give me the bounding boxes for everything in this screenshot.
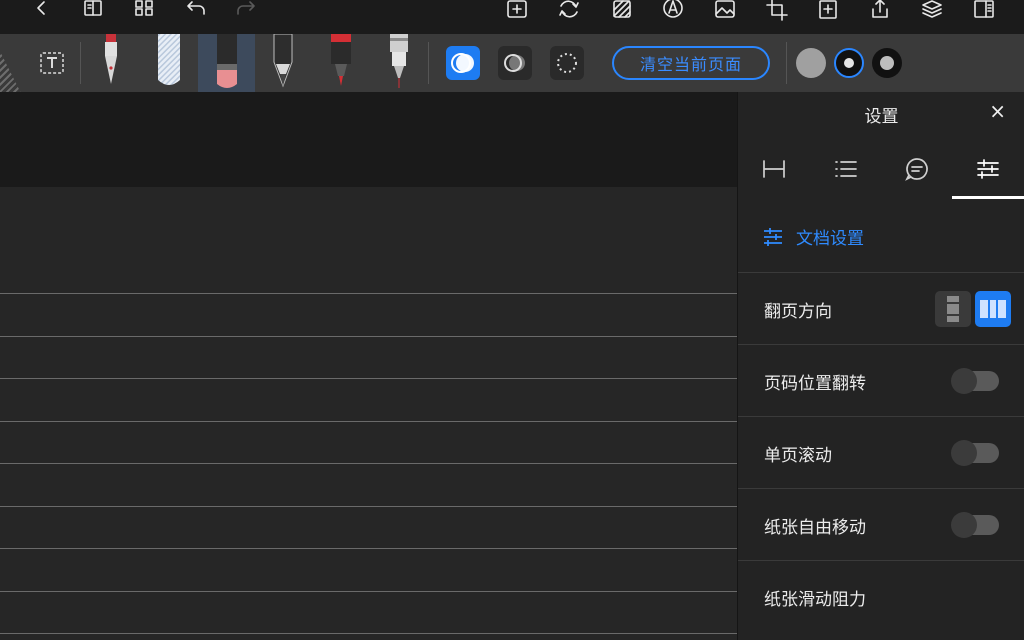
undo-icon[interactable] bbox=[182, 0, 210, 22]
panel-title: 设置 bbox=[864, 107, 899, 127]
technical-pen-icon[interactable] bbox=[384, 34, 414, 92]
text-tool-icon[interactable] bbox=[38, 34, 66, 92]
section-title: 文档设置 bbox=[796, 229, 864, 249]
add-page-icon[interactable] bbox=[503, 0, 531, 22]
toolbar-divider bbox=[80, 42, 81, 84]
fill-mode-dotted-button[interactable] bbox=[550, 46, 584, 80]
page-number-flip-toggle[interactable] bbox=[951, 368, 999, 394]
ruler-icon[interactable] bbox=[738, 140, 810, 198]
drawing-toolbar: 清空当前页面 bbox=[0, 34, 1024, 92]
row-label: 页码位置翻转 bbox=[764, 373, 866, 394]
sidebar-icon[interactable] bbox=[970, 0, 998, 22]
row-label: 纸张自由移动 bbox=[764, 517, 866, 538]
fill-mode-partial-button[interactable] bbox=[498, 46, 532, 80]
document-settings-header: 文档设置 bbox=[762, 224, 864, 249]
highlighter-icon[interactable] bbox=[153, 34, 185, 92]
comment-icon[interactable] bbox=[881, 140, 953, 198]
page-line bbox=[0, 336, 737, 337]
clear-page-button[interactable]: 清空当前页面 bbox=[612, 46, 770, 80]
toggle-knob bbox=[951, 368, 977, 394]
page-line bbox=[0, 548, 737, 549]
vertical-paging-option[interactable] bbox=[935, 291, 971, 327]
stroke-size-large-dot[interactable] bbox=[796, 48, 826, 78]
top-navigation-bar bbox=[0, 0, 1024, 34]
sliders-icon bbox=[764, 227, 782, 246]
page-line bbox=[0, 591, 737, 592]
page-line bbox=[0, 378, 737, 379]
note-page-canvas[interactable] bbox=[0, 92, 737, 640]
fountain-pen-icon[interactable] bbox=[96, 34, 126, 92]
page-header-band bbox=[0, 92, 737, 187]
toggle-knob bbox=[951, 512, 977, 538]
close-icon[interactable]: × bbox=[989, 100, 1006, 122]
settings-row-paper-slide-resistance: 纸张滑动阻力 bbox=[738, 560, 1024, 632]
image-icon[interactable] bbox=[711, 0, 739, 22]
layers-icon[interactable] bbox=[918, 0, 946, 22]
page-line bbox=[0, 463, 737, 464]
sliders-icon[interactable] bbox=[952, 140, 1024, 198]
free-paper-move-toggle[interactable] bbox=[951, 512, 999, 538]
lasso-hatch-decoration bbox=[0, 51, 21, 92]
stroke-size-medium-dot[interactable] bbox=[834, 48, 864, 78]
page-line bbox=[0, 633, 737, 634]
page-line bbox=[0, 421, 737, 422]
list-icon[interactable] bbox=[810, 140, 882, 198]
single-page-scroll-toggle[interactable] bbox=[951, 440, 999, 466]
book-icon[interactable] bbox=[79, 0, 107, 22]
refresh-icon[interactable] bbox=[555, 0, 583, 22]
settings-row-free-paper-move: 纸张自由移动 bbox=[738, 488, 1024, 560]
pen-circle-icon[interactable] bbox=[659, 0, 687, 22]
settings-row-single-page-scroll: 单页滚动 bbox=[738, 416, 1024, 488]
settings-row-page-number-flip: 页码位置翻转 bbox=[738, 344, 1024, 416]
eraser-icon[interactable] bbox=[198, 34, 255, 92]
settings-panel: 设置 × 文档设置 翻页方向 页码位置翻转 单页滚动 纸张自由移动 纸张滑动阻力 bbox=[737, 92, 1024, 640]
grid-icon[interactable] bbox=[130, 0, 158, 22]
crop-icon[interactable] bbox=[763, 0, 791, 22]
row-label: 翻页方向 bbox=[764, 301, 832, 322]
horizontal-paging-option[interactable] bbox=[975, 291, 1011, 327]
new-doc-icon[interactable] bbox=[814, 0, 842, 22]
page-line bbox=[0, 506, 737, 507]
redo-icon[interactable] bbox=[232, 0, 260, 22]
toggle-knob bbox=[951, 440, 977, 466]
active-tab-indicator bbox=[952, 196, 1024, 199]
stroke-size-small-dot[interactable] bbox=[872, 48, 902, 78]
fill-mode-full-button[interactable] bbox=[446, 46, 480, 80]
toolbar-divider bbox=[428, 42, 429, 84]
settings-row-page-direction: 翻页方向 bbox=[738, 272, 1024, 344]
row-label: 单页滚动 bbox=[764, 445, 832, 466]
share-icon[interactable] bbox=[866, 0, 894, 22]
toolbar-divider bbox=[786, 42, 787, 84]
paper-icon[interactable] bbox=[608, 0, 636, 22]
page-line bbox=[0, 293, 737, 294]
row-label: 纸张滑动阻力 bbox=[764, 589, 866, 610]
marker-icon[interactable] bbox=[326, 34, 356, 92]
back-icon[interactable] bbox=[27, 0, 55, 22]
pencil-icon[interactable] bbox=[268, 34, 298, 92]
settings-tabs bbox=[738, 140, 1024, 198]
